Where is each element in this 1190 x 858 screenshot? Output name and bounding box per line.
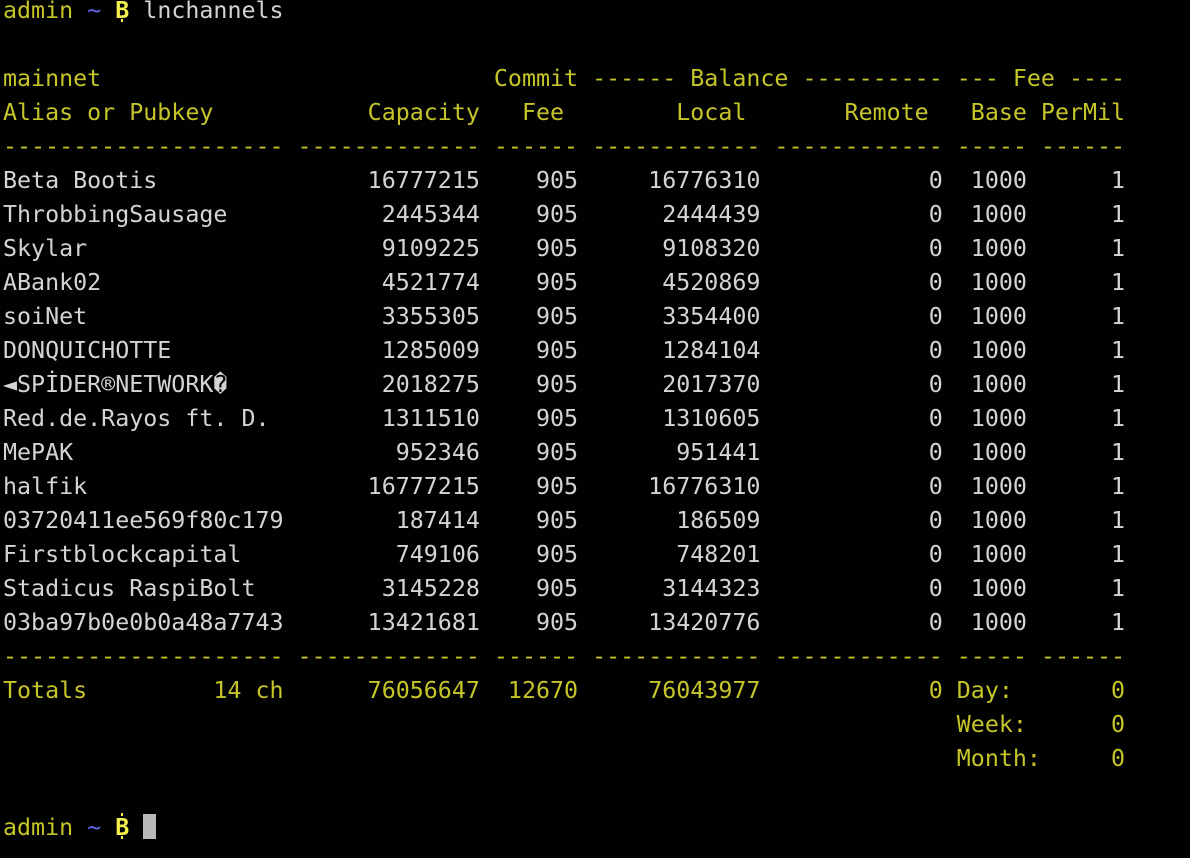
channel-row-text: ABank02 4521774 905 4520869 0 1000 1 bbox=[3, 269, 1125, 296]
channel-row: soiNet 3355305 905 3354400 0 1000 1 bbox=[3, 300, 1190, 334]
channel-row-text: Firstblockcapital 749106 905 748201 0 10… bbox=[3, 541, 1125, 568]
channel-row-text: MePAK 952346 905 951441 0 1000 1 bbox=[3, 439, 1125, 466]
terminal-window[interactable]: admin ~ B lnchannels mainnet Commit -----… bbox=[0, 0, 1190, 852]
channel-row: MePAK 952346 905 951441 0 1000 1 bbox=[3, 436, 1190, 470]
column-header-text: Alias or Pubkey Capacity Fee Local Remot… bbox=[3, 99, 1125, 126]
bitcoin-symbol: B bbox=[115, 811, 129, 845]
table-column-header: Alias or Pubkey Capacity Fee Local Remot… bbox=[3, 96, 1190, 130]
channel-row: Stadicus RaspiBolt 3145228 905 3144323 0… bbox=[3, 572, 1190, 606]
channel-row-text: Stadicus RaspiBolt 3145228 905 3144323 0… bbox=[3, 575, 1125, 602]
channel-row: Firstblockcapital 749106 905 748201 0 10… bbox=[3, 538, 1190, 572]
prompt-path: ~ bbox=[87, 0, 101, 24]
totals-week-text: Week: 0 bbox=[3, 711, 1125, 738]
channel-row-text: Red.de.Rayos ft. D. 1311510 905 1310605 … bbox=[3, 405, 1125, 432]
separator-dashes: -------------------- ------------- -----… bbox=[3, 643, 1125, 670]
channel-row: halfik 16777215 905 16776310 0 1000 1 bbox=[3, 470, 1190, 504]
channel-row: 03ba97b0e0b0a48a7743 13421681 905 134207… bbox=[3, 606, 1190, 640]
header-separator: -------------------- ------------- -----… bbox=[3, 130, 1190, 164]
channel-row-text: halfik 16777215 905 16776310 0 1000 1 bbox=[3, 473, 1125, 500]
channel-row-text: ◄SPİDER®NETWORK� 2018275 905 2017370 0 1… bbox=[3, 371, 1125, 398]
totals-month-row: Month: 0 bbox=[3, 742, 1190, 776]
blank-line bbox=[3, 776, 1190, 810]
totals-separator: -------------------- ------------- -----… bbox=[3, 640, 1190, 674]
totals-row: Totals 14 ch 76056647 12670 76043977 0 D… bbox=[3, 674, 1190, 708]
channel-row-text: 03720411ee569f80c179 187414 905 186509 0… bbox=[3, 507, 1125, 534]
prompt-user: admin bbox=[3, 814, 73, 841]
totals-week-row: Week: 0 bbox=[3, 708, 1190, 742]
bitcoin-symbol: B bbox=[115, 0, 129, 28]
channel-row: ABank02 4521774 905 4520869 0 1000 1 bbox=[3, 266, 1190, 300]
prompt-line-top: admin ~ B lnchannels bbox=[3, 0, 1190, 28]
totals-month-text: Month: 0 bbox=[3, 745, 1125, 772]
totals-text: Totals 14 ch 76056647 12670 76043977 0 D… bbox=[3, 677, 1125, 704]
channel-row: DONQUICHOTTE 1285009 905 1284104 0 1000 … bbox=[3, 334, 1190, 368]
channel-row: ◄SPİDER®NETWORK� 2018275 905 2017370 0 1… bbox=[3, 368, 1190, 402]
channel-row: Beta Bootis 16777215 905 16776310 0 1000… bbox=[3, 164, 1190, 198]
command-text: lnchannels bbox=[143, 0, 283, 24]
channel-row: Red.de.Rayos ft. D. 1311510 905 1310605 … bbox=[3, 402, 1190, 436]
channel-row-text: DONQUICHOTTE 1285009 905 1284104 0 1000 … bbox=[3, 337, 1125, 364]
prompt-line-bottom: admin ~ B bbox=[3, 810, 1190, 844]
group-header-text: mainnet Commit ------ Balance ----------… bbox=[3, 65, 1125, 92]
separator-dashes: -------------------- ------------- -----… bbox=[3, 133, 1125, 160]
table-group-header: mainnet Commit ------ Balance ----------… bbox=[3, 62, 1190, 96]
terminal-output: admin ~ B lnchannels mainnet Commit -----… bbox=[0, 0, 1190, 844]
prompt-user: admin bbox=[3, 0, 73, 24]
blank-line bbox=[3, 28, 1190, 62]
channel-row-text: soiNet 3355305 905 3354400 0 1000 1 bbox=[3, 303, 1125, 330]
channel-row: Skylar 9109225 905 9108320 0 1000 1 bbox=[3, 232, 1190, 266]
channel-row-text: ThrobbingSausage 2445344 905 2444439 0 1… bbox=[3, 201, 1125, 228]
channel-row: ThrobbingSausage 2445344 905 2444439 0 1… bbox=[3, 198, 1190, 232]
prompt-path: ~ bbox=[87, 814, 101, 841]
channel-row-text: Skylar 9109225 905 9108320 0 1000 1 bbox=[3, 235, 1125, 262]
channel-row-text: 03ba97b0e0b0a48a7743 13421681 905 134207… bbox=[3, 609, 1125, 636]
terminal-cursor bbox=[143, 814, 156, 839]
channel-row: 03720411ee569f80c179 187414 905 186509 0… bbox=[3, 504, 1190, 538]
channel-row-text: Beta Bootis 16777215 905 16776310 0 1000… bbox=[3, 167, 1125, 194]
